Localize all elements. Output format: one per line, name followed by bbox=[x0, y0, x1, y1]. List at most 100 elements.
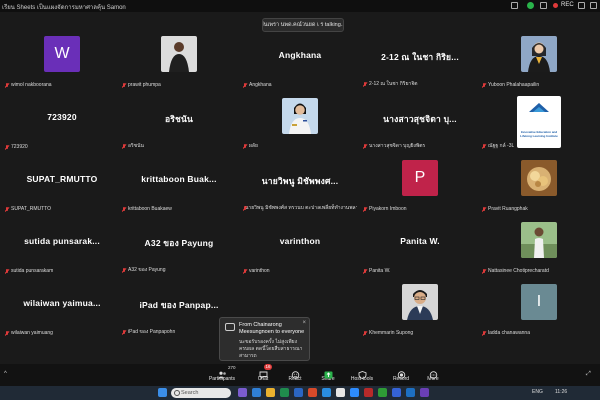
task-view-icon[interactable] bbox=[238, 388, 247, 397]
participant-tile[interactable]: prawit phumpa bbox=[120, 34, 238, 90]
participant-name: 723920 bbox=[47, 112, 77, 122]
chat-bubble-icon bbox=[225, 323, 235, 331]
participant-label: wilaiwan yaimuang bbox=[5, 330, 53, 336]
fullscreen-icon[interactable]: ⤢ bbox=[586, 371, 591, 378]
participant-label: นางสาวสุชจิดา บุญยิงพิตร bbox=[363, 142, 425, 150]
more-icon bbox=[429, 366, 438, 379]
outlook-icon[interactable] bbox=[406, 388, 415, 397]
participant-label-text: wilaiwan yaimuang bbox=[11, 330, 53, 336]
share-button[interactable]: Share bbox=[310, 366, 346, 386]
participant-label-text: ณัฐฐ กล์ -3L bbox=[488, 143, 515, 149]
minimize-icon[interactable] bbox=[578, 2, 585, 9]
participant-label: ณัฐฐ กล์ -3L bbox=[482, 142, 514, 150]
record-button[interactable]: Record bbox=[383, 366, 419, 386]
mic-muted-icon bbox=[363, 330, 367, 336]
participant-tile[interactable]: sutida punsarak... sutida punsarakam bbox=[3, 220, 121, 276]
mic-muted-icon bbox=[5, 144, 9, 150]
layout-icon[interactable] bbox=[540, 2, 547, 9]
participant-tile[interactable]: P Piyakorn Imboon bbox=[361, 158, 479, 214]
participant-label-text: Khemmarin Supong bbox=[369, 330, 414, 336]
avatar: I bbox=[521, 284, 557, 320]
edge-icon[interactable] bbox=[322, 388, 331, 397]
participant-name: sutida punsarak... bbox=[24, 236, 100, 246]
participant-tile[interactable]: A32 ของ Payung A32 ของ Payung bbox=[120, 220, 238, 276]
participant-name: Angkhana bbox=[278, 50, 322, 60]
audio-caret-icon[interactable]: ^ bbox=[4, 371, 7, 377]
participant-label: Pravit Ruangphak bbox=[482, 206, 528, 212]
participant-label: varinthon bbox=[243, 268, 270, 274]
participant-tile[interactable]: นายวิพนู มิชัพพงศ... นายวิพนู มิชัพพงศ์ส … bbox=[241, 158, 359, 214]
folder-icon[interactable] bbox=[266, 388, 275, 397]
participant-label: prawit phumpa bbox=[122, 82, 161, 88]
host-tools-button[interactable]: Host tools bbox=[344, 366, 380, 386]
participant-tile[interactable]: Yuboon Phalahaapailin bbox=[480, 34, 598, 90]
participant-tile[interactable]: ผลัย bbox=[241, 96, 359, 152]
security-shield-icon bbox=[527, 2, 534, 9]
participant-tile[interactable]: krittaboon Buak... krittaboon Buakaew bbox=[120, 158, 238, 214]
powerpoint-icon[interactable] bbox=[308, 388, 317, 397]
mic-muted-icon bbox=[363, 206, 367, 212]
taskbar-search[interactable]: Search bbox=[171, 388, 231, 398]
participant-label-text: prawit phumpa bbox=[128, 82, 161, 88]
excel-icon[interactable] bbox=[280, 388, 289, 397]
os-taskbar: Search ENG 11:26 bbox=[0, 386, 600, 400]
chat-sender: From Chainarong Meesungnoen to everyone bbox=[239, 322, 305, 335]
mic-muted-icon bbox=[122, 143, 126, 149]
participant-tile[interactable]: 723920 723920 bbox=[3, 96, 121, 152]
participant-label-text: iPad ของ Panpapohn bbox=[128, 329, 176, 335]
start-icon[interactable] bbox=[158, 388, 167, 397]
rec-indicator: REC bbox=[561, 2, 574, 8]
react-button[interactable]: React bbox=[277, 366, 313, 386]
participant-tile[interactable]: Pravit Ruangphak bbox=[480, 158, 598, 214]
participant-name: varinthon bbox=[279, 236, 321, 246]
app2-icon[interactable] bbox=[420, 388, 429, 397]
app-icon[interactable] bbox=[252, 388, 261, 397]
acrobat-icon[interactable] bbox=[364, 388, 373, 397]
participant-label: ladda chanawanna bbox=[482, 330, 530, 336]
participant-tile[interactable]: SUPAT_RMUTTO SUPAT_RMUTTO bbox=[3, 158, 121, 214]
mic-muted-icon bbox=[363, 143, 367, 149]
participant-label-text: A32 ของ Payung bbox=[128, 267, 166, 273]
participant-label: ผลัย bbox=[243, 142, 258, 150]
word-icon[interactable] bbox=[294, 388, 303, 397]
mic-muted-icon bbox=[5, 268, 9, 274]
mic-muted-icon bbox=[122, 82, 126, 88]
participant-tile[interactable]: varinthon varinthon bbox=[241, 220, 359, 276]
clock[interactable]: 11:26 bbox=[555, 389, 567, 395]
participant-tile[interactable]: Wwimol nakboorana bbox=[3, 34, 121, 90]
participant-label-text: Angkhana bbox=[249, 82, 272, 88]
zoom-icon[interactable] bbox=[350, 388, 359, 397]
participants-button[interactable]: 270 Participants bbox=[204, 365, 240, 386]
talking-banner: วันเพรา นพด.คณ์วนยด เ ร talking... bbox=[262, 18, 344, 32]
close-icon[interactable] bbox=[590, 2, 597, 9]
participant-tile[interactable]: นางสาวสุชจิดา บุ... นางสาวสุชจิดา บุญยิงพ… bbox=[361, 96, 479, 152]
participant-tile[interactable]: Angkhana Angkhana bbox=[241, 34, 359, 90]
participant-tile[interactable]: 2-12 ณ ในชา กิริย... 2-12 ณ ในชา กิริยาจิ… bbox=[361, 34, 479, 90]
participant-label-text: SUPAT_RMUTTO bbox=[11, 206, 52, 212]
chrome-icon[interactable] bbox=[336, 388, 345, 397]
chat-notification[interactable]: × From Chainarong Meesungnoen to everyon… bbox=[219, 317, 310, 361]
participant-tile[interactable]: wilaiwan yaimua... wilaiwan yaimuang bbox=[3, 282, 121, 338]
participants-count: 270 bbox=[228, 365, 236, 370]
mic-muted-icon bbox=[482, 82, 486, 88]
participant-label: Piyakorn Imboon bbox=[363, 206, 407, 212]
participant-label-text: wimol nakboorana bbox=[11, 82, 52, 88]
participant-tile[interactable]: Innovative Education and Lifelong Learni… bbox=[480, 96, 598, 152]
line-icon[interactable] bbox=[378, 388, 387, 397]
participant-tile[interactable]: Panita W. Panita W. bbox=[361, 220, 479, 276]
more-button[interactable]: More bbox=[415, 366, 451, 386]
participant-tile[interactable]: Iladda chanawanna bbox=[480, 282, 598, 338]
chat-button[interactable]: 16 Chat bbox=[245, 364, 281, 386]
participant-label-text: ผลัย bbox=[249, 143, 258, 149]
view-icon[interactable] bbox=[511, 2, 518, 9]
participant-name: 2-12 ณ ในชา กิริย... bbox=[381, 52, 459, 62]
teams-icon[interactable] bbox=[392, 388, 401, 397]
participant-tile[interactable]: Khemmarin Supong bbox=[361, 282, 479, 338]
participant-tile[interactable]: อริชนัน อริชนัน bbox=[120, 96, 238, 152]
mic-muted-icon bbox=[482, 206, 486, 212]
participant-tile[interactable]: Nattasinee Chotiprecharatd bbox=[480, 220, 598, 276]
mic-muted-icon bbox=[482, 143, 486, 149]
mic-muted-icon bbox=[363, 81, 367, 87]
participant-name: krittaboon Buak... bbox=[141, 174, 217, 184]
language-indicator[interactable]: ENG bbox=[532, 389, 543, 395]
